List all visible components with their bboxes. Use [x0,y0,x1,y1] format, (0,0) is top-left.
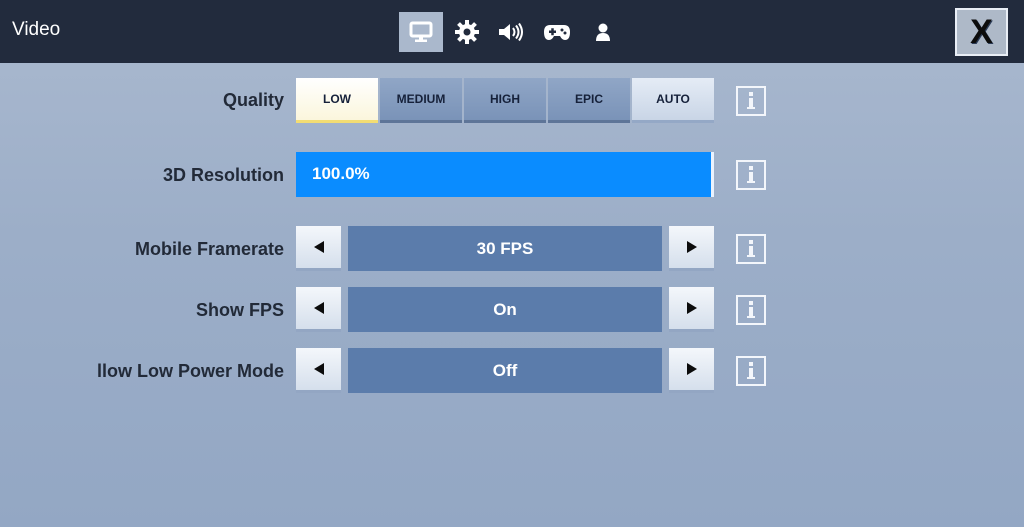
top-bar: Video X [0,0,1024,63]
arrow-left-icon [313,302,324,314]
quality-medium-button[interactable]: MEDIUM [380,78,462,123]
show-fps-value-text: On [493,299,517,319]
show-fps-prev-button[interactable] [296,287,341,332]
show-fps-next-button[interactable] [669,287,714,332]
speaker-icon [499,22,523,42]
info-icon [747,240,755,257]
quality-epic-button[interactable]: EPIC [548,78,630,123]
low-power-info-button[interactable] [736,356,766,386]
show-fps-info-button[interactable] [736,295,766,325]
close-label: X [970,12,993,51]
info-icon [747,92,755,109]
framerate-next-button[interactable] [669,226,714,271]
gamepad-icon [544,25,570,40]
resolution-info-button[interactable] [736,160,766,190]
info-icon [747,166,755,183]
arrow-left-icon [313,241,324,253]
close-button[interactable]: X [955,8,1008,56]
framerate-value-text: 30 FPS [476,238,534,258]
show-fps-value: On [348,287,662,332]
quality-low-button[interactable]: LOW [296,78,378,123]
tab-account[interactable] [581,12,625,52]
resolution-value: 100.0% [312,164,370,183]
low-power-label: llow Low Power Mode [96,361,284,381]
person-icon [596,23,610,41]
low-power-prev-button[interactable] [296,348,341,393]
quality-auto-button[interactable]: AUTO [632,78,714,123]
quality-epic-label: EPIC [574,92,603,106]
tab-game[interactable] [445,12,489,52]
quality-high-button[interactable]: HIGH [464,78,546,123]
quality-low-label: LOW [323,92,351,106]
quality-auto-label: AUTO [656,92,690,106]
quality-info-button[interactable] [736,86,766,116]
gear-icon [455,20,479,44]
info-icon [747,301,755,318]
quality-medium-label: MEDIUM [396,92,446,106]
info-icon [747,362,755,379]
resolution-label: 3D Resolution [162,165,284,185]
framerate-prev-button[interactable] [296,226,341,271]
tab-audio[interactable] [489,12,533,52]
framerate-info-button[interactable] [736,234,766,264]
framerate-value: 30 FPS [348,226,662,271]
quality-label: Quality [222,90,284,110]
low-power-value: Off [348,348,662,393]
framerate-label: Mobile Framerate [134,239,284,259]
arrow-left-icon [313,363,324,375]
low-power-value-text: Off [492,360,518,380]
quality-high-label: HIGH [490,92,520,106]
show-fps-label: Show FPS [195,300,284,320]
page-title: Video [12,19,61,40]
low-power-next-button[interactable] [669,348,714,393]
arrow-right-icon [686,363,697,375]
tab-video[interactable] [399,12,443,52]
arrow-right-icon [686,241,697,253]
resolution-slider[interactable]: 100.0% [296,152,714,197]
monitor-icon [409,21,433,42]
arrow-right-icon [686,302,697,314]
tab-controller[interactable] [535,12,579,52]
